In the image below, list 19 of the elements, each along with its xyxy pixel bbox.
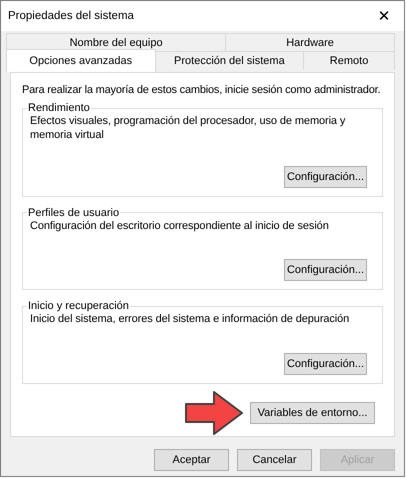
tab[interactable]: Remoto <box>303 51 395 70</box>
group-description: Configuración del escritorio correspondiente al inicio de sesión <box>30 218 330 234</box>
dialog-button[interactable]: Cancelar <box>237 449 312 471</box>
close-button[interactable]: ✕ <box>364 1 404 31</box>
environment-variables-button[interactable]: Variables de entorno... <box>250 402 375 424</box>
group-title: Rendimiento <box>27 102 91 114</box>
tab[interactable]: Opciones avanzadas <box>6 49 156 72</box>
settings-button[interactable]: Configuración... <box>284 353 367 376</box>
window-title: Propiedades del sistema <box>7 10 134 22</box>
group-title: Perfiles de usuario <box>27 206 120 219</box>
group-title: Inicio y recuperación <box>27 300 130 312</box>
intro-text: Para realizar la mayoría de estos cambios, inicie sesión como administrador. <box>22 83 382 97</box>
tab[interactable]: Hardware <box>225 33 395 52</box>
settings-button[interactable]: Configuración... <box>284 166 367 188</box>
group-description: Inicio del sistema, errores del sistema e información de depuración <box>30 312 350 328</box>
settings-button[interactable]: Configuración... <box>284 259 367 282</box>
arrow-icon <box>184 390 244 436</box>
dialog-button[interactable]: Aceptar <box>154 449 229 471</box>
group-description: Efectos visuales, programación del procesador, uso de memoria y memoria virtual <box>30 114 346 143</box>
